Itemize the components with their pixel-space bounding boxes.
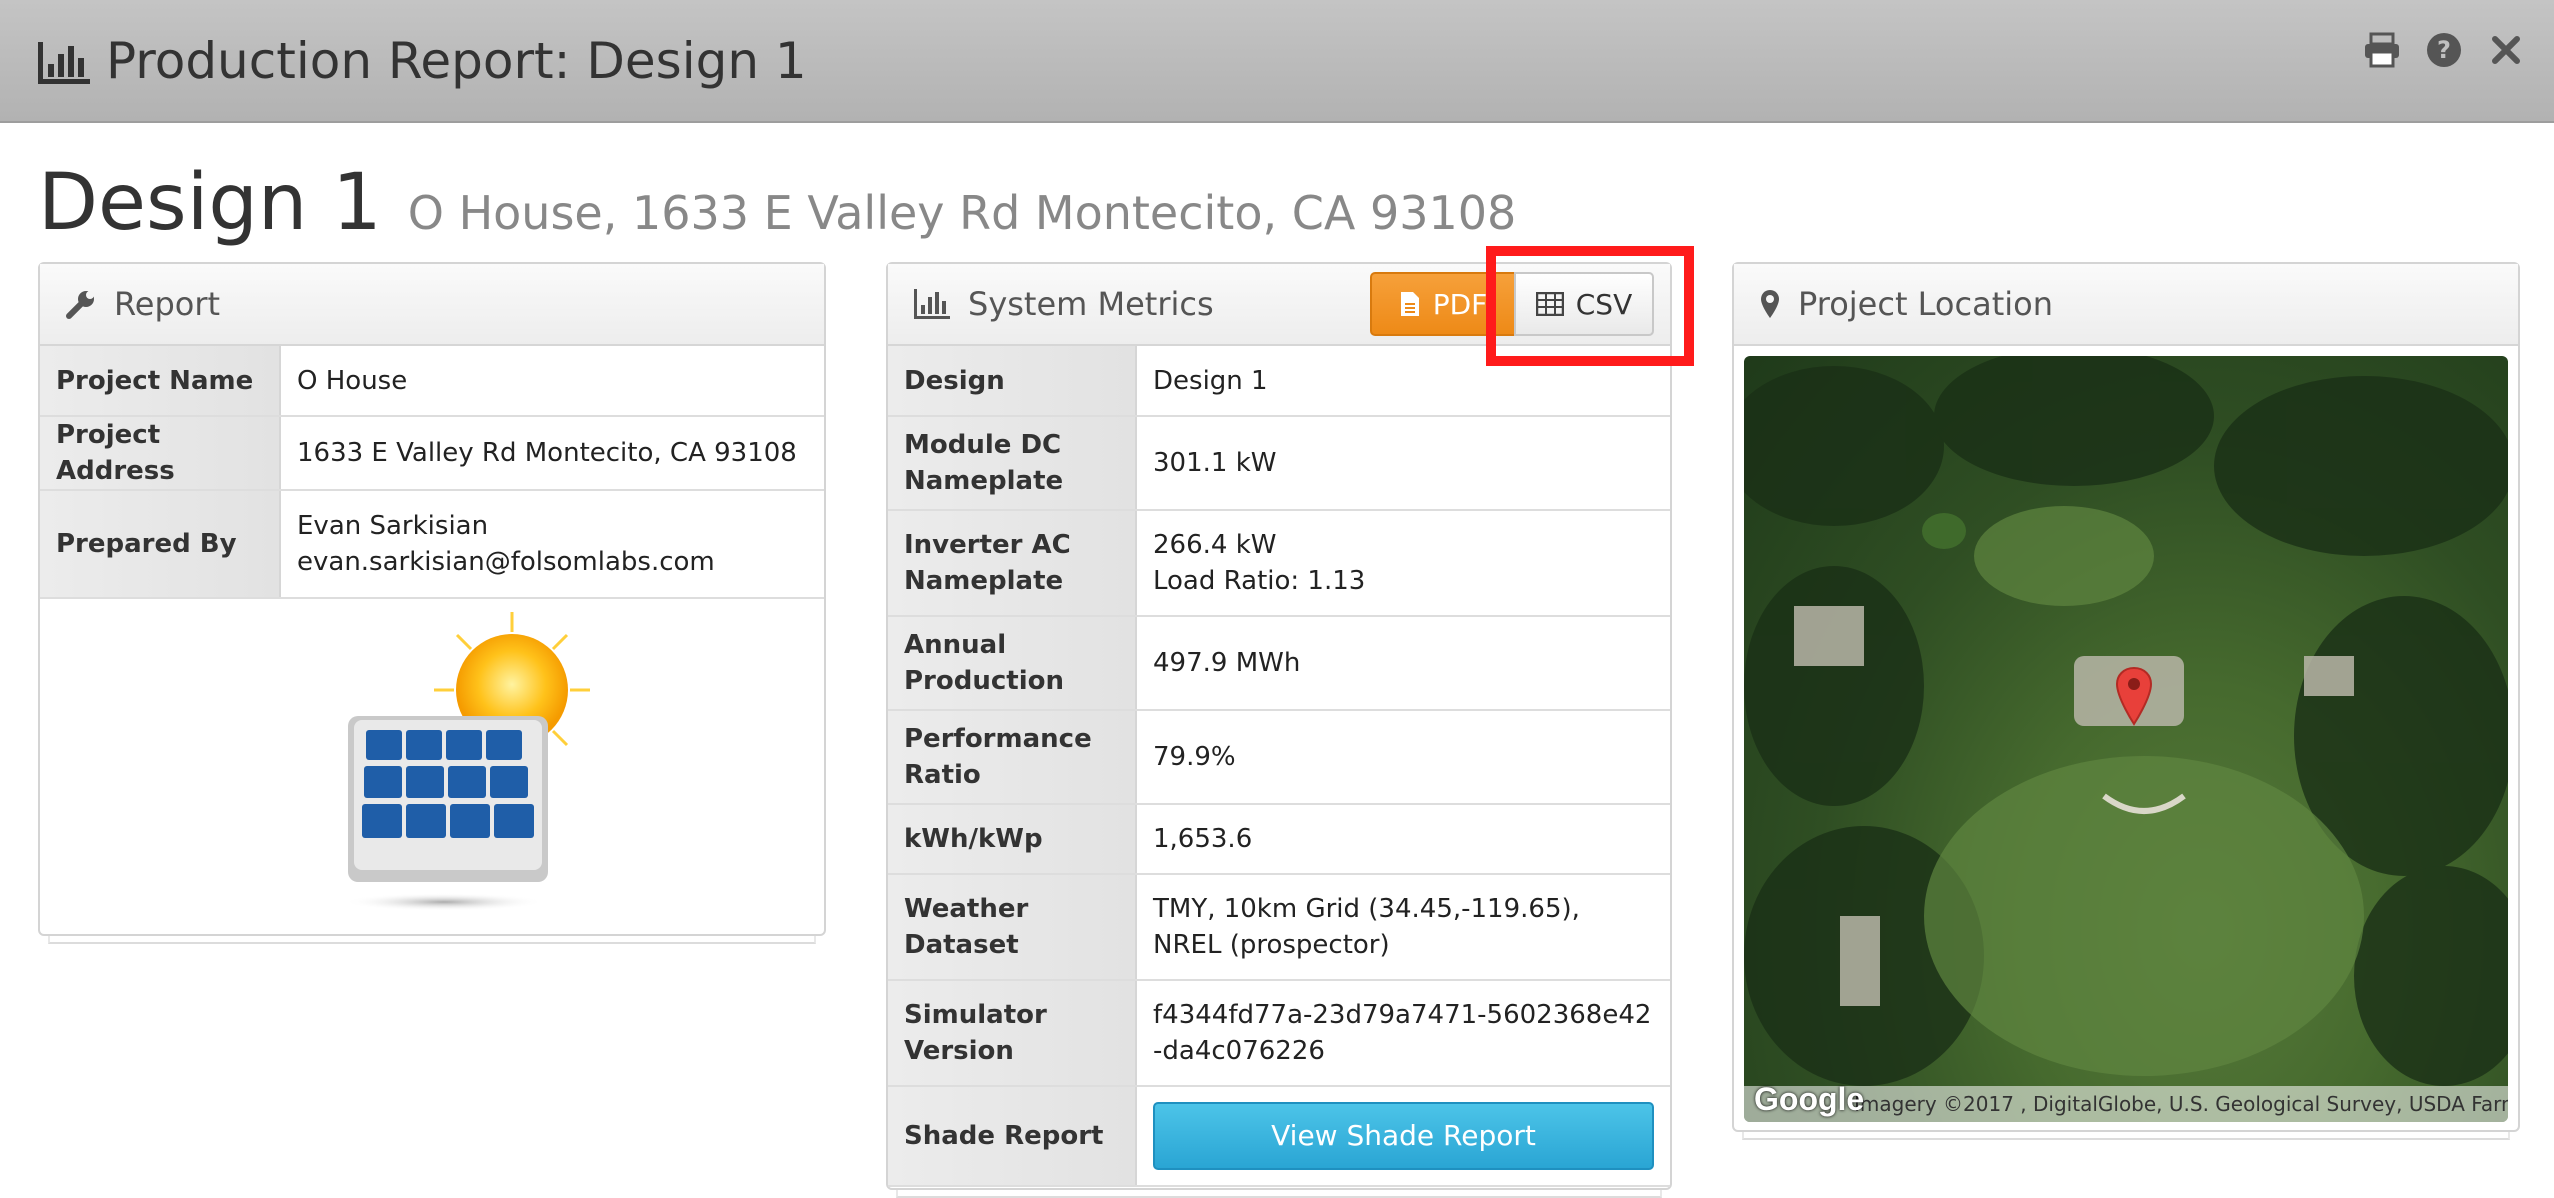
- report-panel-title: Report: [114, 285, 221, 323]
- row-key: Project Address: [40, 416, 281, 491]
- map-pin-icon[interactable]: [2114, 666, 2154, 726]
- highlight-box: [1486, 246, 1694, 366]
- design-title: Design 1: [38, 158, 382, 248]
- load-ratio: Load Ratio: 1.13: [1153, 566, 1366, 596]
- wrench-icon: [66, 291, 94, 319]
- system-metrics-panel: System Metrics Design Design 1 Module DC…: [886, 262, 1672, 1198]
- row-key: Simulator Version: [888, 980, 1137, 1087]
- row-value: TMY, 10km Grid (34.45,-119.65), NREL (pr…: [1136, 874, 1670, 981]
- design-address: O House, 1633 E Valley Rd Montecito, CA …: [407, 186, 1517, 240]
- table-row: Inverter AC Nameplate 266.4 kW Load Rati…: [888, 510, 1670, 617]
- location-panel-title: Project Location: [1798, 285, 2053, 323]
- row-key: Prepared By: [40, 490, 281, 599]
- table-row: Shade Report View Shade Report: [888, 1086, 1670, 1187]
- view-shade-report-button[interactable]: View Shade Report: [1153, 1102, 1654, 1170]
- row-key: Inverter AC Nameplate: [888, 510, 1137, 617]
- table-row: kWh/kWp 1,653.6: [888, 804, 1670, 875]
- table-row: Project Address 1633 E Valley Rd Monteci…: [40, 416, 824, 491]
- table-row: Weather Dataset TMY, 10km Grid (34.45,-1…: [888, 874, 1670, 981]
- metrics-table: Design Design 1 Module DC Nameplate 301.…: [888, 346, 1670, 1187]
- solar-panel-illustration: [294, 612, 614, 912]
- close-icon[interactable]: [2486, 30, 2526, 70]
- row-key: Weather Dataset: [888, 874, 1137, 981]
- map-logo: Google: [1754, 1081, 1865, 1117]
- table-row: Annual Production 497.9 MWh: [888, 616, 1670, 711]
- pdf-button-label: PDF: [1432, 287, 1488, 321]
- bar-chart-icon: [38, 42, 90, 84]
- preparer-name: Evan Sarkisian: [297, 511, 489, 541]
- table-row: Module DC Nameplate 301.1 kW: [888, 416, 1670, 511]
- row-value: f4344fd77a-23d79a7471-5602368e42-da4c076…: [1136, 980, 1670, 1087]
- satellite-map[interactable]: Imagery ©2017 , DigitalGlobe, U.S. Geolo…: [1744, 356, 2508, 1122]
- table-row: Simulator Version f4344fd77a-23d79a7471-…: [888, 980, 1670, 1087]
- row-key: Project Name: [40, 346, 281, 417]
- row-key: Performance Ratio: [888, 710, 1137, 805]
- file-icon: [1400, 292, 1419, 316]
- table-row: Performance Ratio 79.9%: [888, 710, 1670, 805]
- map-imagery: [1744, 356, 2508, 1086]
- row-value: 1,653.6: [1136, 804, 1670, 875]
- row-key: kWh/kWp: [888, 804, 1137, 875]
- table-row: Project Name O House: [40, 346, 824, 417]
- report-table: Project Name O House Project Address 163…: [40, 346, 824, 599]
- window-title: Production Report: Design 1: [106, 32, 807, 90]
- row-value: O House: [280, 346, 824, 417]
- row-key: Design: [888, 346, 1137, 417]
- row-value: 1633 E Valley Rd Montecito, CA 93108: [280, 416, 824, 491]
- bar-chart-icon: [914, 289, 950, 319]
- row-value: 497.9 MWh: [1136, 616, 1670, 711]
- row-value: 79.9%: [1136, 710, 1670, 805]
- table-row: Prepared By Evan Sarkisian evan.sarkisia…: [40, 490, 824, 599]
- report-panel-header: Report: [40, 264, 824, 346]
- title-bar: Production Report: Design 1 ?: [0, 0, 2554, 123]
- svg-text:?: ?: [2437, 36, 2451, 64]
- row-value: 266.4 kW: [1153, 530, 1277, 560]
- row-key: Annual Production: [888, 616, 1137, 711]
- report-panel: Report Project Name O House Project Addr…: [38, 262, 826, 944]
- row-value: 301.1 kW: [1136, 416, 1670, 511]
- project-location-panel: Project Location Imagery ©2017 , Digital…: [1732, 262, 2520, 1140]
- map-marker-icon: [1761, 290, 1779, 318]
- row-key: Shade Report: [888, 1086, 1137, 1187]
- row-key: Module DC Nameplate: [888, 416, 1137, 511]
- help-icon[interactable]: ?: [2424, 30, 2464, 70]
- metrics-panel-title: System Metrics: [968, 285, 1214, 323]
- preparer-email[interactable]: evan.sarkisian@folsomlabs.com: [297, 544, 808, 580]
- print-icon[interactable]: [2362, 30, 2402, 70]
- page-heading: Design 1 O House, 1633 E Valley Rd Monte…: [38, 158, 1516, 248]
- location-panel-header: Project Location: [1734, 264, 2518, 346]
